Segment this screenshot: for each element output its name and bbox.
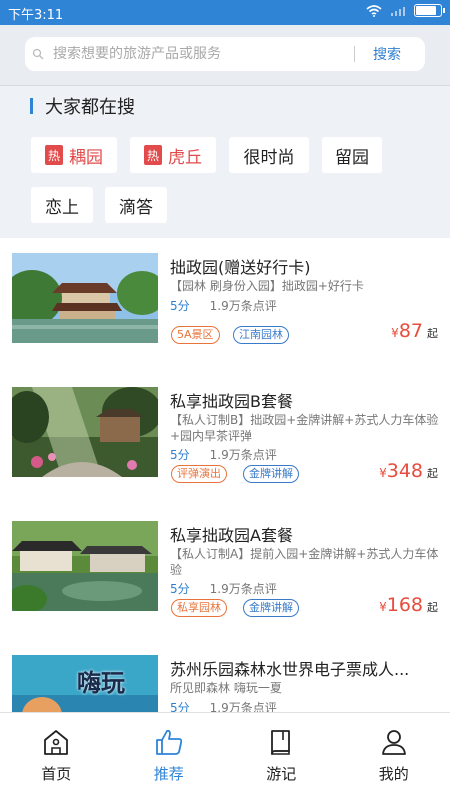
tab-home[interactable]: 首页 xyxy=(0,713,113,801)
price-symbol: ¥ xyxy=(379,600,387,614)
book-icon xyxy=(266,727,296,757)
user-icon xyxy=(379,727,409,757)
hot-tag-ouyuan[interactable]: 热 耦园 xyxy=(31,137,117,173)
price-suffix: 起 xyxy=(427,599,438,615)
price-symbol: ¥ xyxy=(391,326,399,340)
status-bar: 下午3:11 xyxy=(0,0,450,25)
title-accent-bar xyxy=(30,98,33,114)
product-badge: 评弹演出 xyxy=(171,465,227,483)
product-badge: 私享园林 xyxy=(171,599,227,617)
hot-search-title: 大家都在搜 xyxy=(30,93,135,119)
product-thumbnail xyxy=(12,387,158,477)
product-item[interactable]: 私享拙政园B套餐 【私人订制B】拙政园+金牌讲解+苏式人力车体验+园内早茶评弹 … xyxy=(0,372,450,512)
product-price: ¥ 87 起 xyxy=(391,320,438,342)
product-score: 5分 xyxy=(170,448,190,462)
status-icons xyxy=(366,4,442,17)
product-price: ¥ 348 起 xyxy=(379,460,438,482)
hot-tag-huqiu[interactable]: 热 虎丘 xyxy=(130,137,216,173)
product-title: 私享拙政园A套餐 xyxy=(170,522,440,546)
product-desc: 所见即森林 嗨玩一夏 xyxy=(170,680,440,696)
search-divider xyxy=(354,46,355,62)
search-box: 搜索 xyxy=(25,37,425,71)
product-item[interactable]: 私享拙政园A套餐 【私人订制A】提前入园+金牌讲解+苏式人力车体验 5分 1.9万… xyxy=(0,506,450,646)
search-input[interactable] xyxy=(51,46,354,62)
home-icon xyxy=(41,727,71,757)
product-badge: 金牌讲解 xyxy=(243,599,299,617)
product-meta: 5分 1.9万条点评 xyxy=(170,446,277,463)
product-item[interactable]: 拙政园(赠送好行卡) 【园林 刷身份入园】拙政园+好行卡 5分 1.9万条点评 5… xyxy=(0,238,450,378)
product-reviews: 1.9万条点评 xyxy=(210,448,277,462)
thumb-caption: 嗨玩 xyxy=(77,663,125,698)
product-score: 5分 xyxy=(170,299,190,313)
status-time: 下午3:11 xyxy=(8,4,63,23)
tag-label: 虎丘 xyxy=(168,143,202,168)
thumbs-up-icon xyxy=(154,727,184,757)
hot-icon: 热 xyxy=(144,145,162,165)
tag-hen-shishang[interactable]: 很时尚 xyxy=(229,137,309,173)
price-value: 168 xyxy=(387,594,423,616)
tag-label: 耦园 xyxy=(69,143,103,168)
product-title: 苏州乐园森林水世界电子票成人... xyxy=(170,656,440,680)
signal-icon xyxy=(390,5,406,17)
tab-label: 首页 xyxy=(41,763,71,784)
product-title: 私享拙政园B套餐 xyxy=(170,388,440,412)
price-value: 87 xyxy=(399,320,423,342)
tag-label: 滴答 xyxy=(119,193,153,218)
price-suffix: 起 xyxy=(427,465,438,481)
product-desc: 【私人订制A】提前入园+金牌讲解+苏式人力车体验 xyxy=(170,546,440,578)
product-thumbnail xyxy=(12,253,158,343)
tab-label: 游记 xyxy=(266,763,296,784)
tag-lianshang[interactable]: 恋上 xyxy=(31,187,93,223)
tag-label: 留园 xyxy=(335,143,369,168)
hot-search-title-text: 大家都在搜 xyxy=(45,93,135,119)
price-symbol: ¥ xyxy=(379,466,387,480)
product-desc: 【私人订制B】拙政园+金牌讲解+苏式人力车体验+园内早茶评弹 xyxy=(170,412,440,444)
product-thumbnail xyxy=(12,521,158,611)
product-badge: 5A景区 xyxy=(171,326,220,344)
search-area: 搜索 xyxy=(0,25,450,86)
product-meta: 5分 1.9万条点评 xyxy=(170,297,277,314)
tab-travel-notes[interactable]: 游记 xyxy=(225,713,338,801)
tab-recommend[interactable]: 推荐 xyxy=(113,713,226,801)
search-button[interactable]: 搜索 xyxy=(373,44,425,64)
tab-label: 我的 xyxy=(379,763,409,784)
search-icon xyxy=(25,48,51,60)
product-title: 拙政园(赠送好行卡) xyxy=(170,254,440,278)
tag-dida[interactable]: 滴答 xyxy=(105,187,167,223)
price-suffix: 起 xyxy=(427,325,438,341)
product-meta: 5分 1.9万条点评 xyxy=(170,580,277,597)
tag-label: 很时尚 xyxy=(244,143,295,168)
product-score: 5分 xyxy=(170,582,190,596)
price-value: 348 xyxy=(387,460,423,482)
bottom-tab-bar: 首页 推荐 游记 我的 xyxy=(0,712,450,801)
product-reviews: 1.9万条点评 xyxy=(210,582,277,596)
product-badge: 金牌讲解 xyxy=(243,465,299,483)
tag-label: 恋上 xyxy=(45,193,79,218)
hot-icon: 热 xyxy=(45,145,63,165)
product-price: ¥ 168 起 xyxy=(379,594,438,616)
product-badge: 江南园林 xyxy=(233,326,289,344)
product-desc: 【园林 刷身份入园】拙政园+好行卡 xyxy=(170,278,440,294)
tag-liuyuan[interactable]: 留园 xyxy=(322,137,382,173)
product-reviews: 1.9万条点评 xyxy=(210,299,277,313)
tab-mine[interactable]: 我的 xyxy=(338,713,450,801)
battery-icon xyxy=(414,4,442,17)
tab-label: 推荐 xyxy=(154,763,184,784)
wifi-icon xyxy=(366,5,382,17)
